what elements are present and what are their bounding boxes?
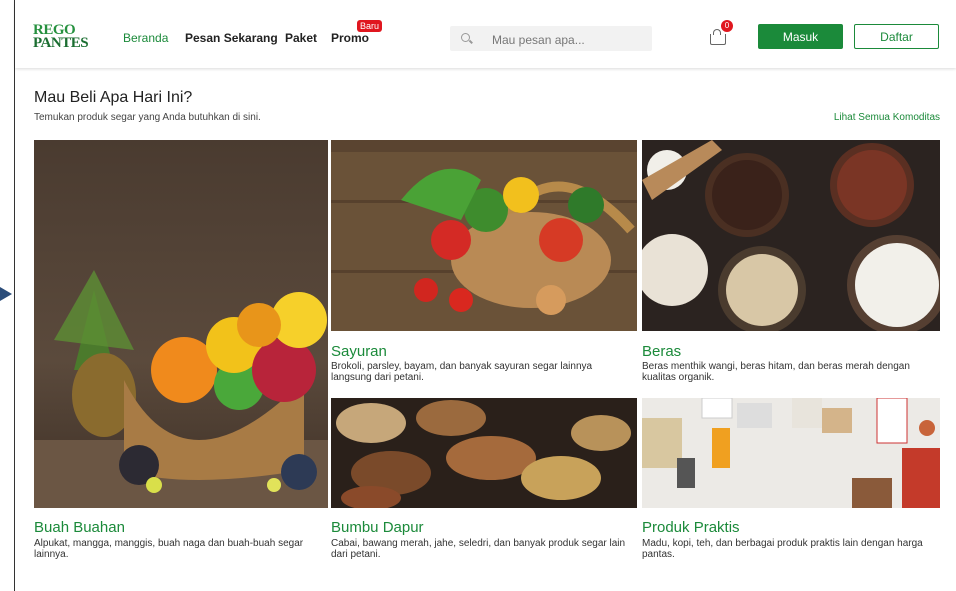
category-title-fruits[interactable]: Buah Buahan xyxy=(34,519,125,536)
fruit-basket-illustration xyxy=(34,140,328,508)
top-navbar: REGO PANTES Beranda Pesan Sekarang Paket… xyxy=(15,0,956,68)
cart-button[interactable]: 0 xyxy=(710,20,733,45)
category-title-vegetables[interactable]: Sayuran xyxy=(331,343,387,360)
vegetable-basket-illustration xyxy=(331,140,637,331)
nav-order-now[interactable]: Pesan Sekarang xyxy=(185,31,278,45)
category-image-rice[interactable] xyxy=(642,140,940,331)
page-frame-border xyxy=(14,0,15,591)
category-title-rice[interactable]: Beras xyxy=(642,343,681,360)
search-icon xyxy=(461,33,470,42)
section-subtitle: Temukan produk segar yang Anda butuhkan … xyxy=(34,112,261,123)
cart-count-badge: 0 xyxy=(721,20,733,32)
search-box[interactable] xyxy=(450,26,652,51)
login-button[interactable]: Masuk xyxy=(758,24,843,49)
pointer-arrow-icon xyxy=(0,287,12,301)
basket-icon xyxy=(710,34,726,45)
nav-home[interactable]: Beranda xyxy=(123,31,168,45)
rice-bowls-illustration xyxy=(642,140,940,331)
category-title-spices[interactable]: Bumbu Dapur xyxy=(331,519,424,536)
category-desc-practical-products: Madu, kopi, teh, dan berbagai produk pra… xyxy=(642,538,923,560)
see-all-commodities-link[interactable]: Lihat Semua Komoditas xyxy=(834,112,940,123)
section-title: Mau Beli Apa Hari Ini? xyxy=(34,89,193,106)
category-desc-rice: Beras menthik wangi, beras hitam, dan be… xyxy=(642,361,910,383)
category-image-spices[interactable] xyxy=(331,398,637,508)
packaged-products-illustration xyxy=(642,398,940,508)
category-image-vegetables[interactable] xyxy=(331,140,637,331)
nav-package[interactable]: Paket xyxy=(285,31,317,45)
category-desc-fruits: Alpukat, mangga, manggis, buah naga dan … xyxy=(34,538,304,560)
nuts-spices-illustration xyxy=(331,398,637,508)
promo-new-badge: Baru xyxy=(357,20,383,32)
nav-promo[interactable]: Promo xyxy=(331,31,369,45)
category-title-practical-products[interactable]: Produk Praktis xyxy=(642,519,740,536)
category-desc-vegetables: Brokoli, parsley, bayam, dan banyak sayu… xyxy=(331,361,593,383)
brand-logo-line2: PANTES xyxy=(33,35,89,51)
category-desc-spices: Cabai, bawang merah, jahe, seledri, dan … xyxy=(331,538,626,560)
category-image-fruits[interactable] xyxy=(34,140,328,508)
category-image-practical-products[interactable] xyxy=(642,398,940,508)
brand-logo[interactable]: REGO PANTES xyxy=(33,23,93,52)
register-button[interactable]: Daftar xyxy=(854,24,939,49)
search-input[interactable] xyxy=(490,30,644,49)
